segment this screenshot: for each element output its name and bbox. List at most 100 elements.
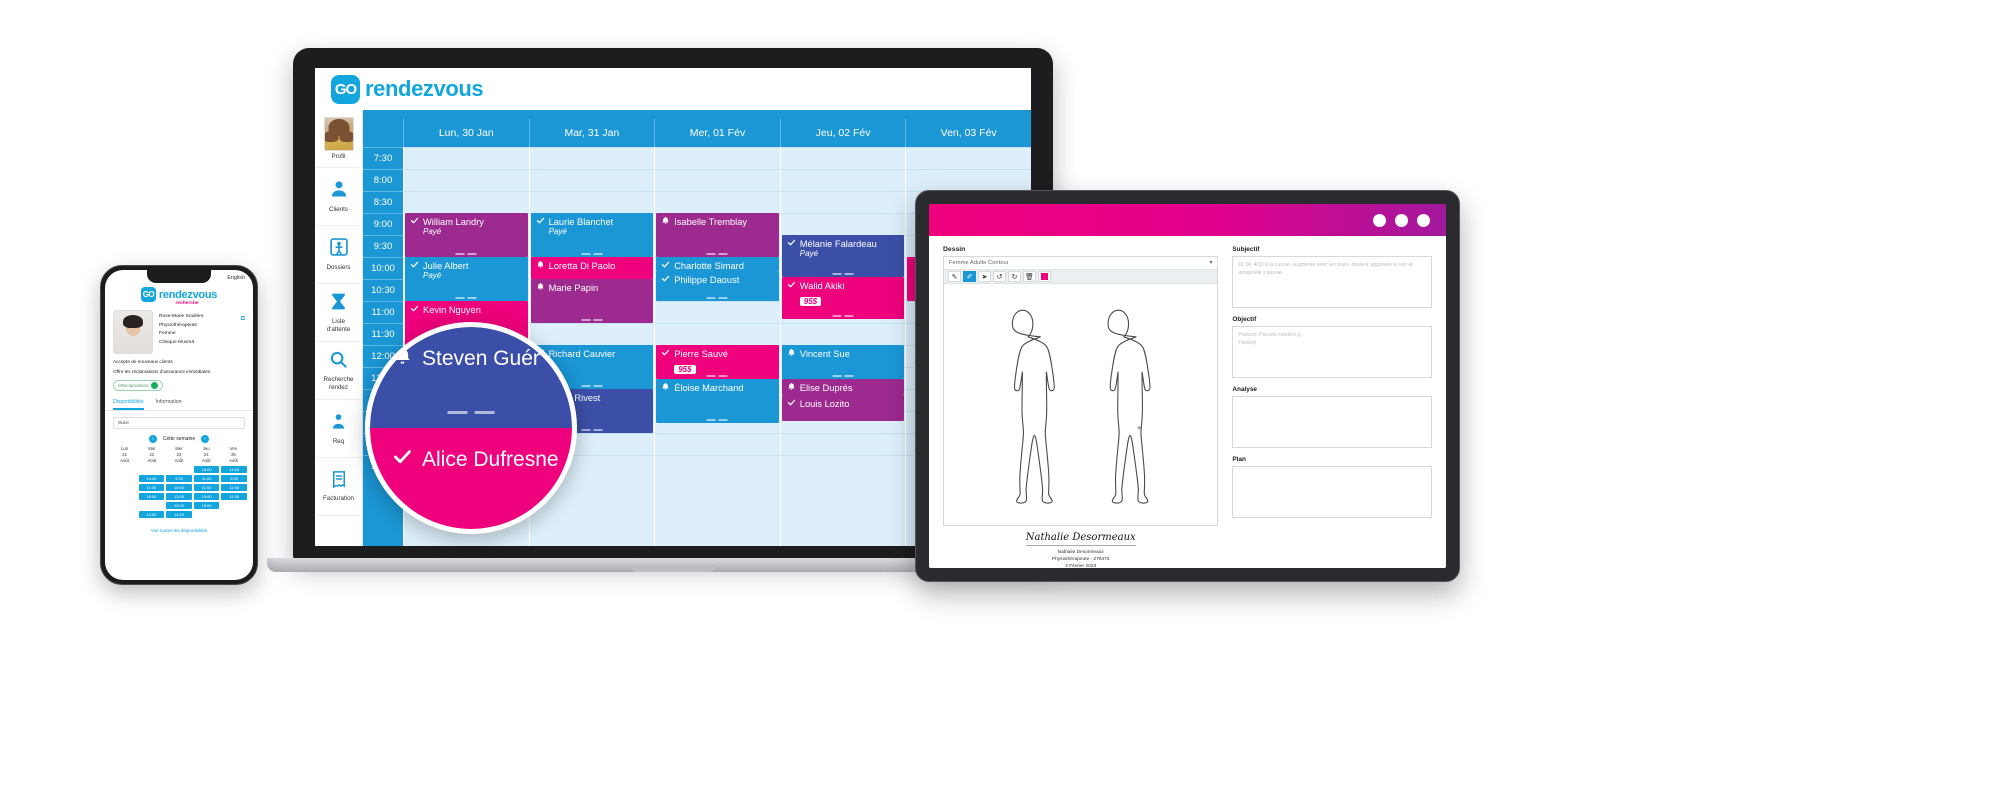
- appointment-resize-handle[interactable]: [706, 419, 728, 421]
- sidebar-item-requetes[interactable]: Req: [315, 400, 362, 458]
- magnified-appointment-top[interactable]: Steven Guér: [370, 327, 572, 428]
- trash-icon[interactable]: 🗑: [1023, 271, 1036, 282]
- appointment-resize-handle[interactable]: [581, 385, 603, 387]
- availability-slot-button[interactable]: 11:00: [221, 492, 247, 500]
- day-header[interactable]: Mer, 01 Fév: [654, 119, 780, 147]
- appointment-block[interactable]: Mélanie Falardeau Payé: [781, 235, 905, 277]
- appointment-block[interactable]: Vincent Sue: [781, 345, 905, 379]
- sidebar-item-facturation[interactable]: Facturation: [315, 458, 362, 516]
- appointment-resize-handle[interactable]: [581, 253, 603, 255]
- highlighter-icon[interactable]: ✐: [963, 271, 976, 282]
- appointment-status: Payé: [423, 227, 442, 236]
- sidebar-item-recherche-rendezvous[interactable]: Recherche rendez: [315, 342, 362, 400]
- availability-slot-button[interactable]: 11:00: [193, 483, 220, 491]
- appointment-block[interactable]: Laurie Blanchet Payé: [530, 213, 654, 257]
- appointment-block[interactable]: Walid Akiki 95$: [781, 277, 905, 319]
- sidebar-item-dossiers[interactable]: Dossiers: [315, 226, 362, 284]
- appointment-resize-handle[interactable]: [832, 375, 854, 377]
- gorendezvous-logo[interactable]: GO rendezvous: [331, 74, 484, 104]
- appointment-client-name: Vincent Sue: [799, 348, 850, 359]
- appointment-resize-handle[interactable]: [447, 411, 495, 414]
- sidebar-item-liste-dattente[interactable]: Liste d'attente: [315, 284, 362, 342]
- availability-slot-button[interactable]: 13:00: [166, 492, 192, 500]
- see-all-availability-link[interactable]: Voir toutes les disponibilités: [105, 520, 253, 533]
- appointment-block[interactable]: Isabelle Tremblay: [656, 213, 779, 257]
- availability-slot-button[interactable]: 15:00: [193, 465, 220, 473]
- language-toggle[interactable]: English: [227, 275, 245, 281]
- field-label-objectif: Objectif: [1232, 316, 1257, 323]
- day-header[interactable]: Lun, 30 Jan: [403, 119, 529, 147]
- appointment-block[interactable]: William Landry Payé: [405, 213, 528, 257]
- template-select[interactable]: Femme Adulte Contour ▾: [944, 257, 1218, 270]
- availability-slot-button[interactable]: 14:00: [138, 474, 165, 482]
- topbar-dot-icon[interactable]: [1395, 213, 1408, 227]
- availability-slot-button[interactable]: 15:00: [193, 501, 220, 509]
- availability-slot-button[interactable]: 14:00: [138, 510, 165, 518]
- grid-line: [906, 169, 1031, 170]
- appointment-resize-handle[interactable]: [455, 253, 477, 255]
- availability-slot-button[interactable]: 15:00: [166, 501, 192, 509]
- field-input-subjectif[interactable]: Dr Dir 4/10 à la cuisse, augmente avec l…: [1232, 256, 1432, 308]
- availability-day-header: Ven 25 Août: [220, 446, 247, 464]
- availability-slot-button[interactable]: 11:00: [193, 474, 220, 482]
- appointment-resize-handle[interactable]: [581, 319, 603, 321]
- appointment-block[interactable]: Charlotte Simard: [656, 257, 779, 271]
- sidebar-item-clients[interactable]: Clients: [315, 168, 362, 226]
- availability-slot-button[interactable]: 14:00: [166, 510, 192, 518]
- appointment-resize-handle[interactable]: [706, 253, 728, 255]
- pen-icon[interactable]: ✎: [948, 271, 961, 282]
- magnified-appointment-bottom[interactable]: Alice Dufresne: [370, 428, 572, 529]
- appointment-block[interactable]: Elise Duprés: [781, 379, 905, 395]
- availability-slot-button[interactable]: 16:00: [138, 492, 165, 500]
- availability-slot-button[interactable]: 11:00: [138, 483, 165, 491]
- appointment-block[interactable]: Louis Lozito: [781, 395, 905, 421]
- appointment-resize-handle[interactable]: [455, 297, 477, 299]
- time-label: 11:00: [363, 301, 403, 323]
- color-swatch-icon[interactable]: [1038, 271, 1051, 282]
- day-column[interactable]: Mélanie Falardeau Payé Walid Akiki 95$ Vince…: [779, 147, 906, 546]
- field-input-analyse[interactable]: [1232, 396, 1432, 448]
- availability-slot-button[interactable]: 14:00: [221, 465, 247, 473]
- appointment-block[interactable]: Julie Albert Payé: [405, 257, 528, 301]
- availability-slot-button[interactable]: 10:00: [166, 483, 192, 491]
- field-input-objectif[interactable]: Posture: Pseudo-rotation g Flexion|: [1232, 326, 1432, 378]
- appointment-resize-handle[interactable]: [706, 375, 728, 377]
- availability-slot-button[interactable]: 9:00: [221, 474, 247, 482]
- appointment-name-row: Elise Duprés: [787, 382, 900, 393]
- availability-slot-button[interactable]: 13:00: [193, 492, 220, 500]
- topbar-dot-icon[interactable]: [1373, 213, 1386, 227]
- next-week-icon[interactable]: ›: [201, 435, 210, 443]
- day-header[interactable]: Mar, 31 Jan: [528, 119, 655, 147]
- appointment-block[interactable]: Loretta Di Paolo: [530, 257, 654, 279]
- field-input-plan[interactable]: [1232, 466, 1432, 518]
- appointment-resize-handle[interactable]: [832, 273, 854, 275]
- tab-information[interactable]: Information: [156, 399, 182, 410]
- prev-week-icon[interactable]: ‹: [148, 435, 157, 443]
- sidebar-item-profil[interactable]: Profil: [315, 110, 362, 168]
- service-filter-select[interactable]: Suivi: [113, 417, 245, 429]
- appointment-client-name: Marie Papin: [548, 282, 599, 293]
- external-link-icon[interactable]: ⧉: [241, 316, 245, 323]
- day-month: Août: [147, 457, 157, 463]
- day-header[interactable]: Ven, 03 Fév: [905, 119, 1031, 147]
- ereclamations-badge: eRéclamations: [113, 380, 164, 391]
- appointment-block[interactable]: Philippe Daoust: [656, 271, 779, 301]
- topbar-dot-icon[interactable]: [1417, 213, 1430, 227]
- appointment-block[interactable]: Éloise Marchand: [656, 379, 779, 423]
- appointment-block[interactable]: Marie Papin: [530, 279, 654, 323]
- appointment-resize-handle[interactable]: [706, 297, 728, 299]
- grid-line: [655, 301, 780, 302]
- drawing-canvas[interactable]: +: [944, 284, 1218, 525]
- cursor-icon[interactable]: ➤: [978, 271, 991, 282]
- day-column[interactable]: Isabelle Tremblay Charlotte Simard Philipp…: [654, 147, 780, 546]
- undo-icon[interactable]: ↺: [993, 271, 1006, 282]
- availability-slot-button[interactable]: 9:30: [166, 474, 192, 482]
- appointment-resize-handle[interactable]: [581, 429, 603, 431]
- appointment-resize-handle[interactable]: [832, 315, 854, 317]
- time-label: 10:30: [363, 279, 403, 301]
- availability-slot-button[interactable]: 11:00: [221, 483, 247, 491]
- day-header[interactable]: Jeu, 02 Fév: [779, 119, 906, 147]
- redo-icon[interactable]: ↻: [1008, 271, 1021, 282]
- tab-disponibilites[interactable]: Disponibilités: [113, 399, 144, 410]
- appointment-block[interactable]: Pierre Sauvé 95$: [656, 345, 779, 379]
